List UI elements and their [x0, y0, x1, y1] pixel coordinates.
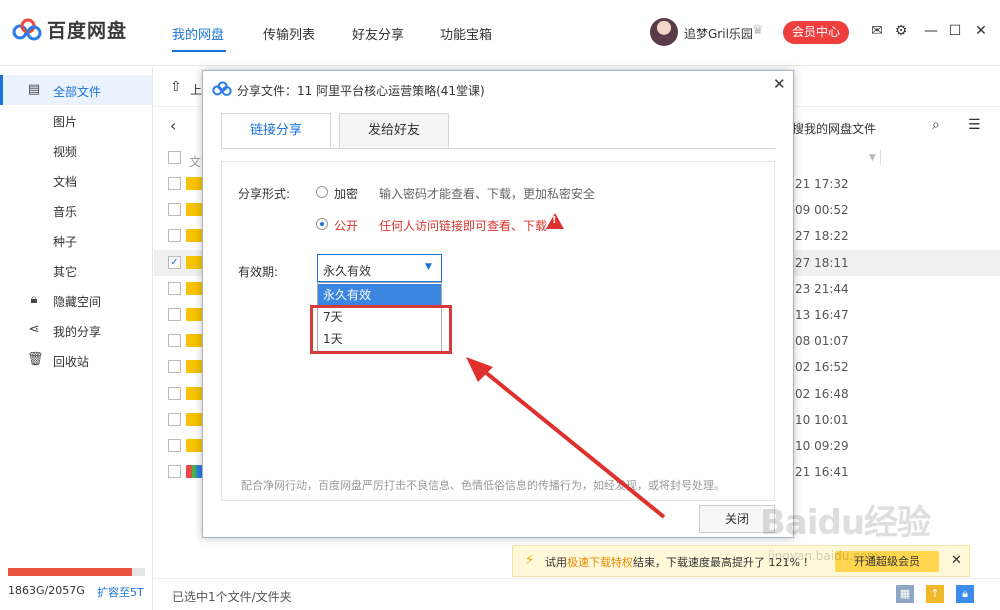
watermark-logo: Baidu经验	[760, 503, 931, 543]
watermark-url: jingyan.baidu.com	[768, 549, 879, 563]
